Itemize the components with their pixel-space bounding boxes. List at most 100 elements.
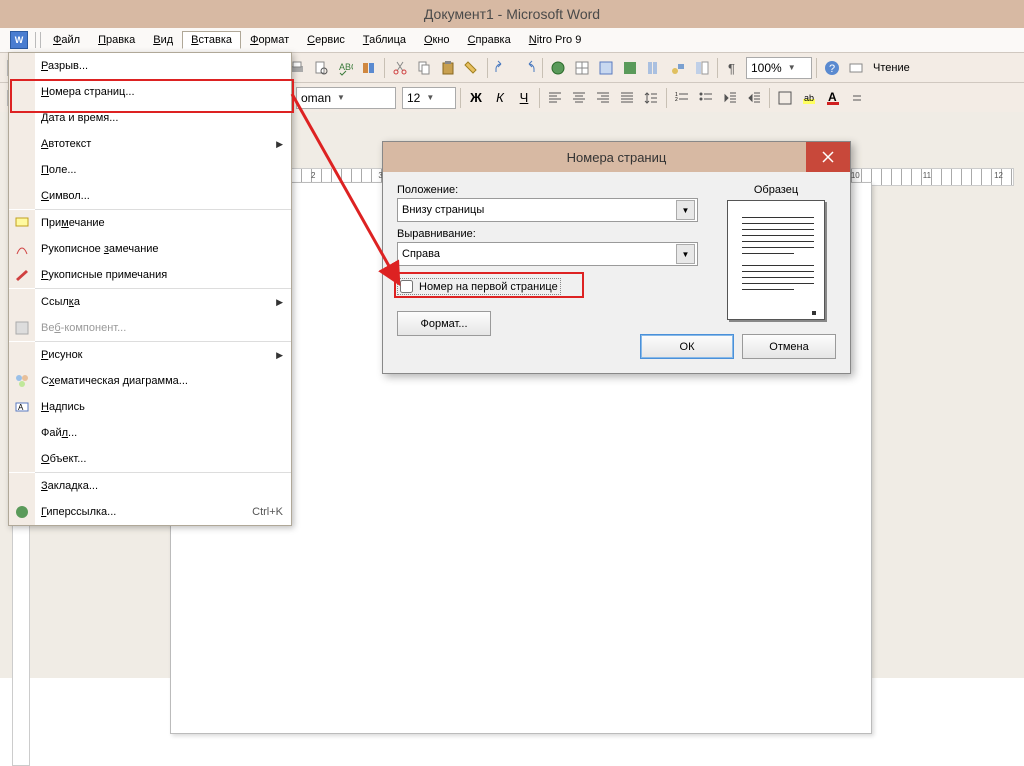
first-page-checkbox[interactable]: [400, 280, 413, 293]
copy-icon[interactable]: [413, 57, 435, 79]
dialog-titlebar[interactable]: Номера страниц: [383, 142, 850, 172]
excel-icon[interactable]: [619, 57, 641, 79]
spellcheck-icon[interactable]: ABC: [334, 57, 356, 79]
menu-item-3[interactable]: Автотекст▶: [9, 131, 291, 157]
menu-item-7[interactable]: Рукописное замечание: [9, 236, 291, 262]
bold-icon[interactable]: Ж: [465, 87, 487, 109]
borders-icon[interactable]: [774, 87, 796, 109]
read-label[interactable]: Чтение: [869, 62, 914, 74]
format-button[interactable]: Формат...: [397, 311, 491, 336]
align-right-icon[interactable]: [592, 87, 614, 109]
menu-item-2[interactable]: Дата и время...: [9, 105, 291, 131]
menu-формат[interactable]: Формат: [241, 31, 298, 49]
menu-вид[interactable]: Вид: [144, 31, 182, 49]
menu-справка[interactable]: Справка: [459, 31, 520, 49]
separator: [717, 58, 718, 78]
underline-icon[interactable]: Ч: [513, 87, 535, 109]
menu-item-12[interactable]: Схематическая диаграмма...: [9, 368, 291, 394]
help-icon[interactable]: ?: [821, 57, 843, 79]
menu-item-10: Веб-компонент...: [9, 315, 291, 341]
svg-text:?: ?: [829, 63, 835, 75]
menu-item-1[interactable]: Номера страниц...: [9, 79, 291, 105]
menu-правка[interactable]: Правка: [89, 31, 144, 49]
textbox-icon: A: [14, 399, 30, 415]
hyperlink-icon[interactable]: [547, 57, 569, 79]
redo-icon[interactable]: [516, 57, 538, 79]
menubar: W ФайлПравкаВидВставкаФорматСервисТаблиц…: [0, 28, 1024, 53]
menu-item-5[interactable]: Символ...: [9, 183, 291, 209]
alignment-select[interactable]: Справа ▼: [397, 242, 698, 266]
italic-icon[interactable]: К: [489, 87, 511, 109]
menu-item-11[interactable]: Рисунок▶: [9, 342, 291, 368]
menu-item-14[interactable]: Файл...: [9, 420, 291, 446]
menu-nitro pro 9[interactable]: Nitro Pro 9: [520, 31, 591, 49]
show-marks-icon[interactable]: ¶: [722, 57, 744, 79]
fontsize-value: 12: [407, 91, 420, 105]
separator: [460, 88, 461, 108]
menu-item-8[interactable]: Рукописные примечания: [9, 262, 291, 288]
highlight-icon[interactable]: ab: [798, 87, 820, 109]
preview-icon[interactable]: [310, 57, 332, 79]
menu-окно[interactable]: Окно: [415, 31, 459, 49]
align-left-icon[interactable]: [544, 87, 566, 109]
align-center-icon[interactable]: [568, 87, 590, 109]
position-select[interactable]: Внизу страницы ▼: [397, 198, 698, 222]
research-icon[interactable]: [358, 57, 380, 79]
close-button[interactable]: [806, 142, 850, 172]
menu-сервис[interactable]: Сервис: [298, 31, 354, 49]
format-painter-icon[interactable]: [461, 57, 483, 79]
first-page-checkbox-row[interactable]: Номер на первой странице: [397, 278, 561, 295]
menu-item-13[interactable]: AНадпись: [9, 394, 291, 420]
font-color-icon[interactable]: A: [822, 87, 844, 109]
columns-icon[interactable]: [643, 57, 665, 79]
svg-text:¶: ¶: [728, 61, 735, 76]
menu-item-9[interactable]: Ссылка▶: [9, 289, 291, 315]
first-page-label: Номер на первой странице: [419, 281, 558, 293]
cancel-button[interactable]: Отмена: [742, 334, 836, 359]
web-icon: [14, 320, 30, 336]
line-spacing-icon[interactable]: [640, 87, 662, 109]
tables-borders-icon[interactable]: [571, 57, 593, 79]
read-mode-icon[interactable]: [845, 57, 867, 79]
chevron-down-icon: ▼: [788, 63, 796, 72]
menu-item-6[interactable]: Примечание: [9, 210, 291, 236]
align-justify-icon[interactable]: [616, 87, 638, 109]
menu-таблица[interactable]: Таблица: [354, 31, 415, 49]
menu-item-16[interactable]: Закладка...: [9, 473, 291, 499]
comment-icon: [14, 215, 30, 231]
fontsize-combo[interactable]: 12 ▼: [402, 87, 456, 109]
menu-файл[interactable]: Файл: [44, 31, 89, 49]
alignment-value: Справа: [402, 248, 440, 260]
menu-item-4[interactable]: Поле...: [9, 157, 291, 183]
separator: [666, 88, 667, 108]
decrease-indent-icon[interactable]: [719, 87, 741, 109]
chevron-down-icon: ▼: [426, 93, 434, 102]
cut-icon[interactable]: [389, 57, 411, 79]
menu-item-17[interactable]: Гиперссылка...Ctrl+K: [9, 499, 291, 525]
menu-item-15[interactable]: Объект...: [9, 446, 291, 472]
doc-map-icon[interactable]: [691, 57, 713, 79]
toolbar-options-icon[interactable]: [846, 87, 868, 109]
numbering-icon[interactable]: 12: [671, 87, 693, 109]
undo-icon[interactable]: [492, 57, 514, 79]
menu-item-0[interactable]: Разрыв...: [9, 53, 291, 79]
insert-menu-dropdown: Разрыв...Номера страниц...Дата и время..…: [8, 52, 292, 526]
chevron-down-icon: ▼: [337, 93, 345, 102]
separator: [816, 58, 817, 78]
increase-indent-icon[interactable]: [743, 87, 765, 109]
ok-button[interactable]: ОК: [640, 334, 734, 359]
bullets-icon[interactable]: [695, 87, 717, 109]
drawing-icon[interactable]: [667, 57, 689, 79]
font-combo[interactable]: oman▼: [296, 87, 396, 109]
link-icon: [14, 504, 30, 520]
paste-icon[interactable]: [437, 57, 459, 79]
svg-text:ab: ab: [804, 93, 814, 103]
insert-table-icon[interactable]: [595, 57, 617, 79]
alignment-label: Выравнивание:: [397, 228, 698, 240]
separator: [384, 58, 385, 78]
ink2-icon: [14, 267, 30, 283]
separator: [487, 58, 488, 78]
word-app-icon: W: [10, 31, 28, 49]
menu-вставка[interactable]: Вставка: [182, 31, 241, 49]
zoom-combo[interactable]: 100%▼: [746, 57, 812, 79]
